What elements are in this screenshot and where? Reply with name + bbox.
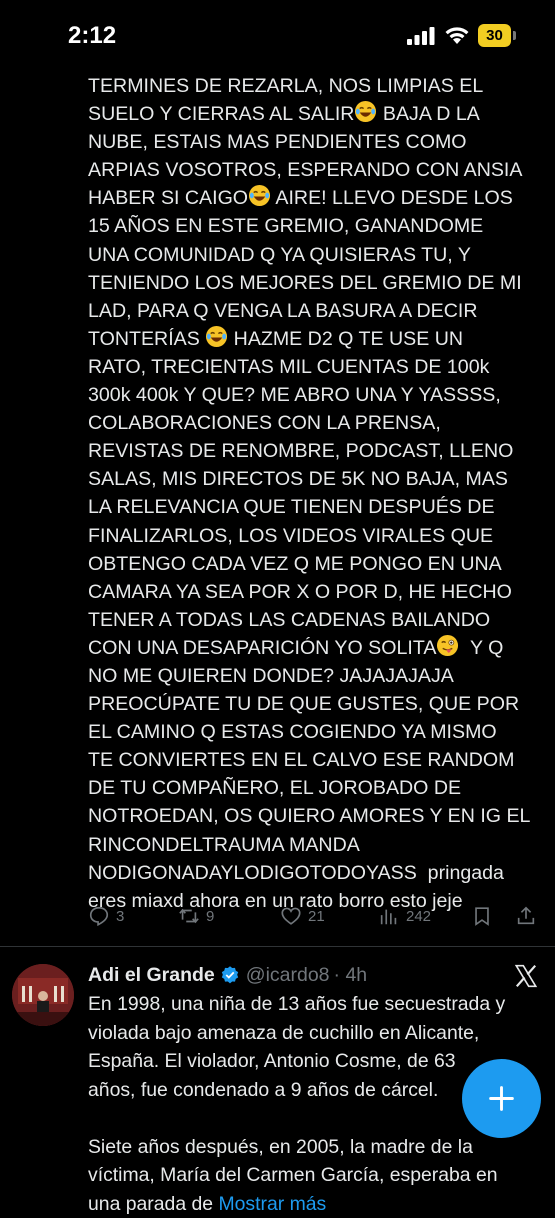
tweet-line: CAMARA YA SEA POR X O POR D, HE HECHO: [88, 580, 512, 603]
repost-count: 9: [206, 907, 215, 925]
like-count: 21: [308, 907, 325, 925]
avatar-image: [12, 964, 74, 1026]
tweet-line: DE TU COMPAÑERO, EL JOROBADO DE: [88, 777, 462, 800]
share-button[interactable]: [515, 901, 537, 931]
bookmark-icon: [475, 907, 489, 926]
reply-count: 3: [116, 907, 125, 925]
tweet-line: EL CAMINO Q ESTAS COGIENDO YA MISMO: [88, 721, 497, 744]
status-bar: 2:12 30: [0, 0, 555, 66]
heart-icon: [281, 907, 301, 925]
laughing-crying-emoji: [354, 100, 377, 123]
views-icon: [380, 909, 397, 925]
bookmark-button[interactable]: [471, 901, 493, 931]
winking-tongue-emoji: [436, 634, 459, 657]
tweet-line: TERMINES DE REZARLA, NOS LIMPIAS EL: [88, 75, 484, 97]
reply-icon: [89, 906, 109, 927]
tweet-line: NOTROEDAN, OS QUIERO AMORES Y EN IG EL: [88, 805, 531, 828]
tweet-line: Siete años después, en 2005, la madre de…: [88, 1135, 473, 1158]
tweet-line: violada bajo amenaza de cuchillo en Alic…: [88, 1021, 480, 1044]
x-logo-icon: [514, 964, 538, 988]
tweet-header: Adi el Grande @icardo8 · 4h: [88, 961, 367, 989]
tweet-divider: [0, 946, 555, 947]
tweet-line: HABER SI CAIGO: [88, 187, 249, 210]
reply-button[interactable]: 3: [88, 901, 124, 931]
tweet-line: RINCONDELTRAUMA MANDA: [88, 833, 360, 856]
tweet-line: Y Q: [459, 636, 504, 659]
tweet-line: COLABORACIONES CON LA PRENSA,: [88, 412, 441, 435]
tweet-line: REVISTAS DE RENOMBRE, PODCAST, LLENO: [88, 440, 514, 463]
tweet-line: NODIGONADAYLODIGOTODOYASS pringada: [88, 861, 504, 884]
tweet-line: UNA COMUNIDAD Q YA QUISIERAS TU, Y: [88, 243, 471, 266]
like-button[interactable]: 21: [280, 901, 325, 931]
display-name[interactable]: Adi el Grande: [88, 964, 215, 987]
tweet-line: LAD, PARA Q VENGA LA BASURA A DECIR: [88, 299, 478, 322]
tweet-line: TENER A TODAS LAS CADENAS BAILANDO: [88, 608, 491, 631]
repost-icon: [179, 908, 199, 924]
compose-button[interactable]: [462, 1059, 541, 1138]
status-time: 2:12: [68, 22, 117, 49]
tweet-line: SUELO Y CIERRAS AL SALIR: [88, 103, 355, 126]
tweet-line: SALAS, MIS DIRECTOS DE 5K NO BAJA, MAS: [88, 468, 508, 491]
tweet-line: TENIENDO LOS MEJORES DEL GREMIO DE MI: [88, 271, 522, 294]
tweet-line: años, fue condenado a 9 años de cárcel.: [88, 1078, 439, 1101]
tweet-line: OBTENGO CADA VEZ Q ME PONGO EN UNA: [88, 552, 502, 575]
tweet-line: CON UNA DESAPARICIÓN YO SOLITA: [88, 636, 437, 659]
share-icon: [517, 906, 535, 925]
battery-indicator: 30: [478, 24, 511, 47]
tweet-text: TERMINES DE REZARLA, NOS LIMPIAS EL SUEL…: [88, 72, 544, 915]
tweet-line: una parada de: [88, 1192, 219, 1215]
tweet-line: NUBE, ESTAIS MAS PENDIENTES COMO: [88, 131, 467, 154]
post-time: · 4h: [333, 963, 368, 986]
tweet-line: 15 AÑOS EN ESTE GREMIO, GANANDOME: [88, 215, 484, 238]
show-more-link[interactable]: Mostrar más: [218, 1193, 326, 1215]
tweet-line: TONTERÍAS: [88, 327, 206, 350]
tweet-line: HAZME D2 Q TE USE UN: [228, 327, 464, 350]
tweet-line: 300k 400k Y QUE? ME ABRO UNA Y YASSSS,: [88, 384, 501, 407]
tweet-line: BAJA D LA: [377, 103, 480, 126]
tweet-line: AIRE! LLEVO DESDE LOS: [271, 187, 513, 210]
cellular-signal-icon: [407, 27, 435, 45]
avatar[interactable]: [12, 964, 74, 1026]
battery-tip: [513, 31, 516, 40]
view-count: 242: [406, 907, 432, 925]
verified-badge-icon: [221, 966, 238, 984]
views-button[interactable]: 242: [378, 901, 431, 931]
tweet-line: RATO, TRECIENTAS MIL CUENTAS DE 100k: [88, 355, 490, 378]
tweet-line: LA RELEVANCIA QUE TIENEN DESPUÉS DE: [88, 496, 495, 519]
tweet-line: PREOCÚPATE TU DE QUE GUSTES, QUE POR: [88, 693, 520, 716]
tweet-line: ARPIAS VOSOTROS, ESPERANDO CON ANSIA: [88, 159, 523, 182]
plus-icon: [489, 1086, 514, 1111]
tweet-line: En 1998, una niña de 13 años fue secuest…: [88, 993, 506, 1015]
tweet-line: NO ME QUIEREN DONDE? JAJAJAJAJA: [88, 664, 454, 687]
tweet-line: TE CONVIERTES EN EL CALVO ESE RANDOM: [88, 749, 515, 772]
repost-button[interactable]: 9: [178, 901, 214, 931]
tweet-line: España. El violador, Antonio Cosme, de 6…: [88, 1050, 456, 1072]
wifi-icon: [445, 27, 469, 44]
laughing-crying-emoji: [205, 325, 228, 348]
user-handle[interactable]: @icardo8: [246, 964, 330, 987]
tweet-line: FINALIZARLOS, LOS VIDEOS VIRALES QUE: [88, 524, 494, 547]
tweet-line: víctima, María del Carmen García, espera…: [88, 1164, 498, 1186]
laughing-crying-emoji: [248, 184, 271, 207]
tweet-action-bar: 3 9 21 242: [88, 901, 544, 931]
